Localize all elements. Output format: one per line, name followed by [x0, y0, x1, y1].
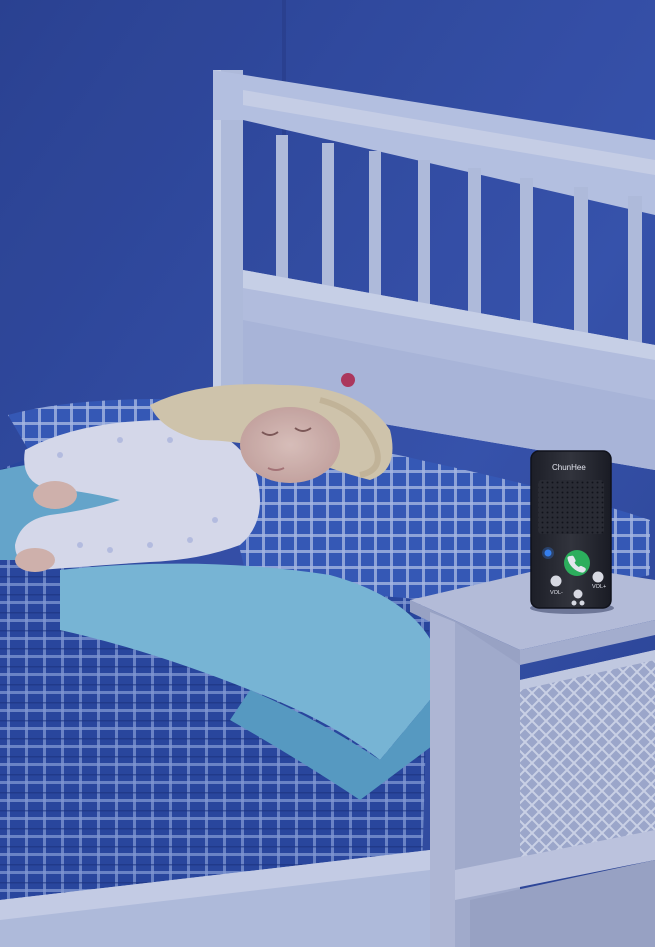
scene-illustration: ChunHee VOL- VOL+	[0, 0, 655, 947]
bedroom-photo: ChunHee VOL- VOL+	[0, 0, 655, 947]
night-tint	[0, 0, 655, 947]
